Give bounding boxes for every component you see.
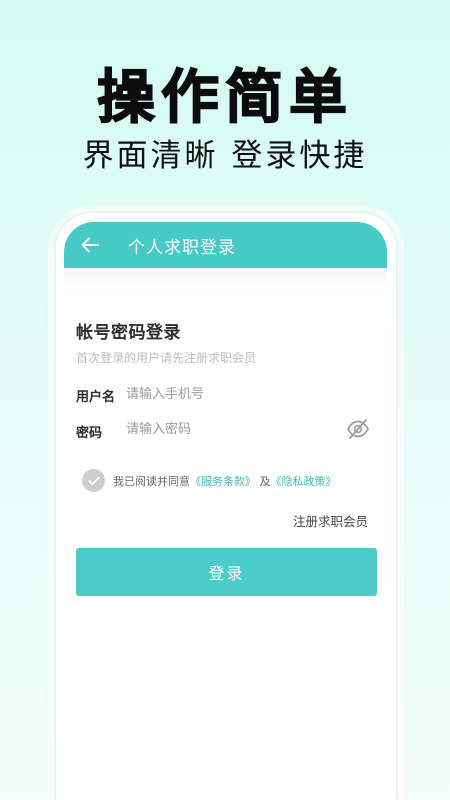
username-input[interactable] (126, 382, 336, 406)
app-bar-title: 个人求职登录 (128, 237, 236, 258)
arrow-left-icon[interactable] (76, 231, 104, 259)
agreement-prefix: 我已阅读并同意 (113, 475, 190, 488)
login-section-title: 帐号密码登录 (76, 323, 181, 343)
terms-link[interactable]: 《服务条款》 (190, 475, 256, 488)
login-button[interactable]: 登录 (76, 548, 377, 596)
privacy-link[interactable]: 《隐私政策》 (271, 475, 337, 488)
password-label: 密码 (76, 426, 103, 441)
agreement-joiner: 及 (256, 475, 271, 488)
agreement-text: 我已阅读并同意《服务条款》 及《隐私政策》 (113, 473, 337, 489)
phone-frame (54, 211, 398, 800)
appbar-shadow (64, 268, 387, 292)
username-label: 用户名 (76, 390, 116, 405)
eye-off-icon[interactable] (346, 418, 370, 440)
promo-subline: 界面清晰 登录快捷 (82, 138, 368, 174)
register-link[interactable]: 注册求职会员 (293, 511, 368, 530)
check-icon (87, 476, 100, 485)
promo-headline: 操作简单 (96, 62, 353, 132)
app-bar: 个人求职登录 (64, 222, 387, 268)
password-input[interactable] (126, 417, 336, 441)
register-hint: 首次登录的用户请先注册求职会员 (76, 351, 257, 365)
agreement-checkbox[interactable] (82, 469, 105, 492)
